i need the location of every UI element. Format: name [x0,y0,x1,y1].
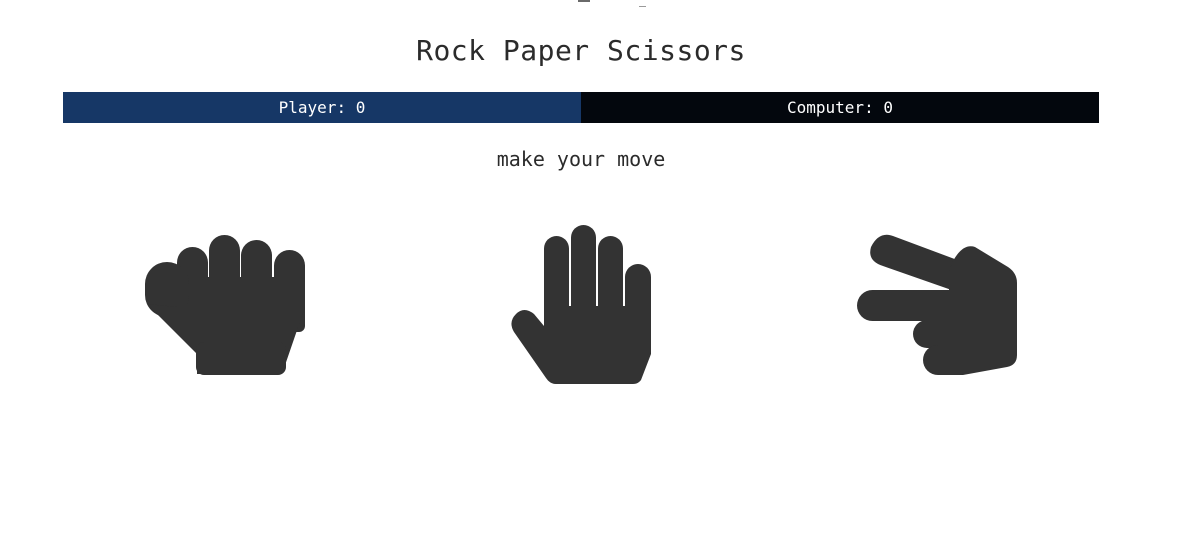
computer-score-value: 0 [883,98,893,117]
player-score-label: Player: [278,98,347,117]
player-score-value: 0 [355,98,366,117]
computer-score-panel: Computer: 0 [581,92,1099,123]
hand-paper-icon [511,225,651,384]
rock-button[interactable] [142,232,308,378]
move-prompt: make your move [496,147,666,171]
top-edge-marks [0,0,1191,10]
computer-score-label: Computer: [787,98,874,117]
scoreboard: Player: 0 Computer: 0 [63,92,1099,123]
page-title: Rock Paper Scissors [416,34,746,67]
player-score-panel: Player: 0 [63,92,581,123]
scissors-button[interactable] [853,231,1021,379]
paper-button[interactable] [508,222,656,388]
hand-rock-icon [145,235,305,375]
game-page: Rock Paper Scissors Player: 0 Computer: … [0,0,1191,533]
hand-scissors-icon [857,234,1017,375]
